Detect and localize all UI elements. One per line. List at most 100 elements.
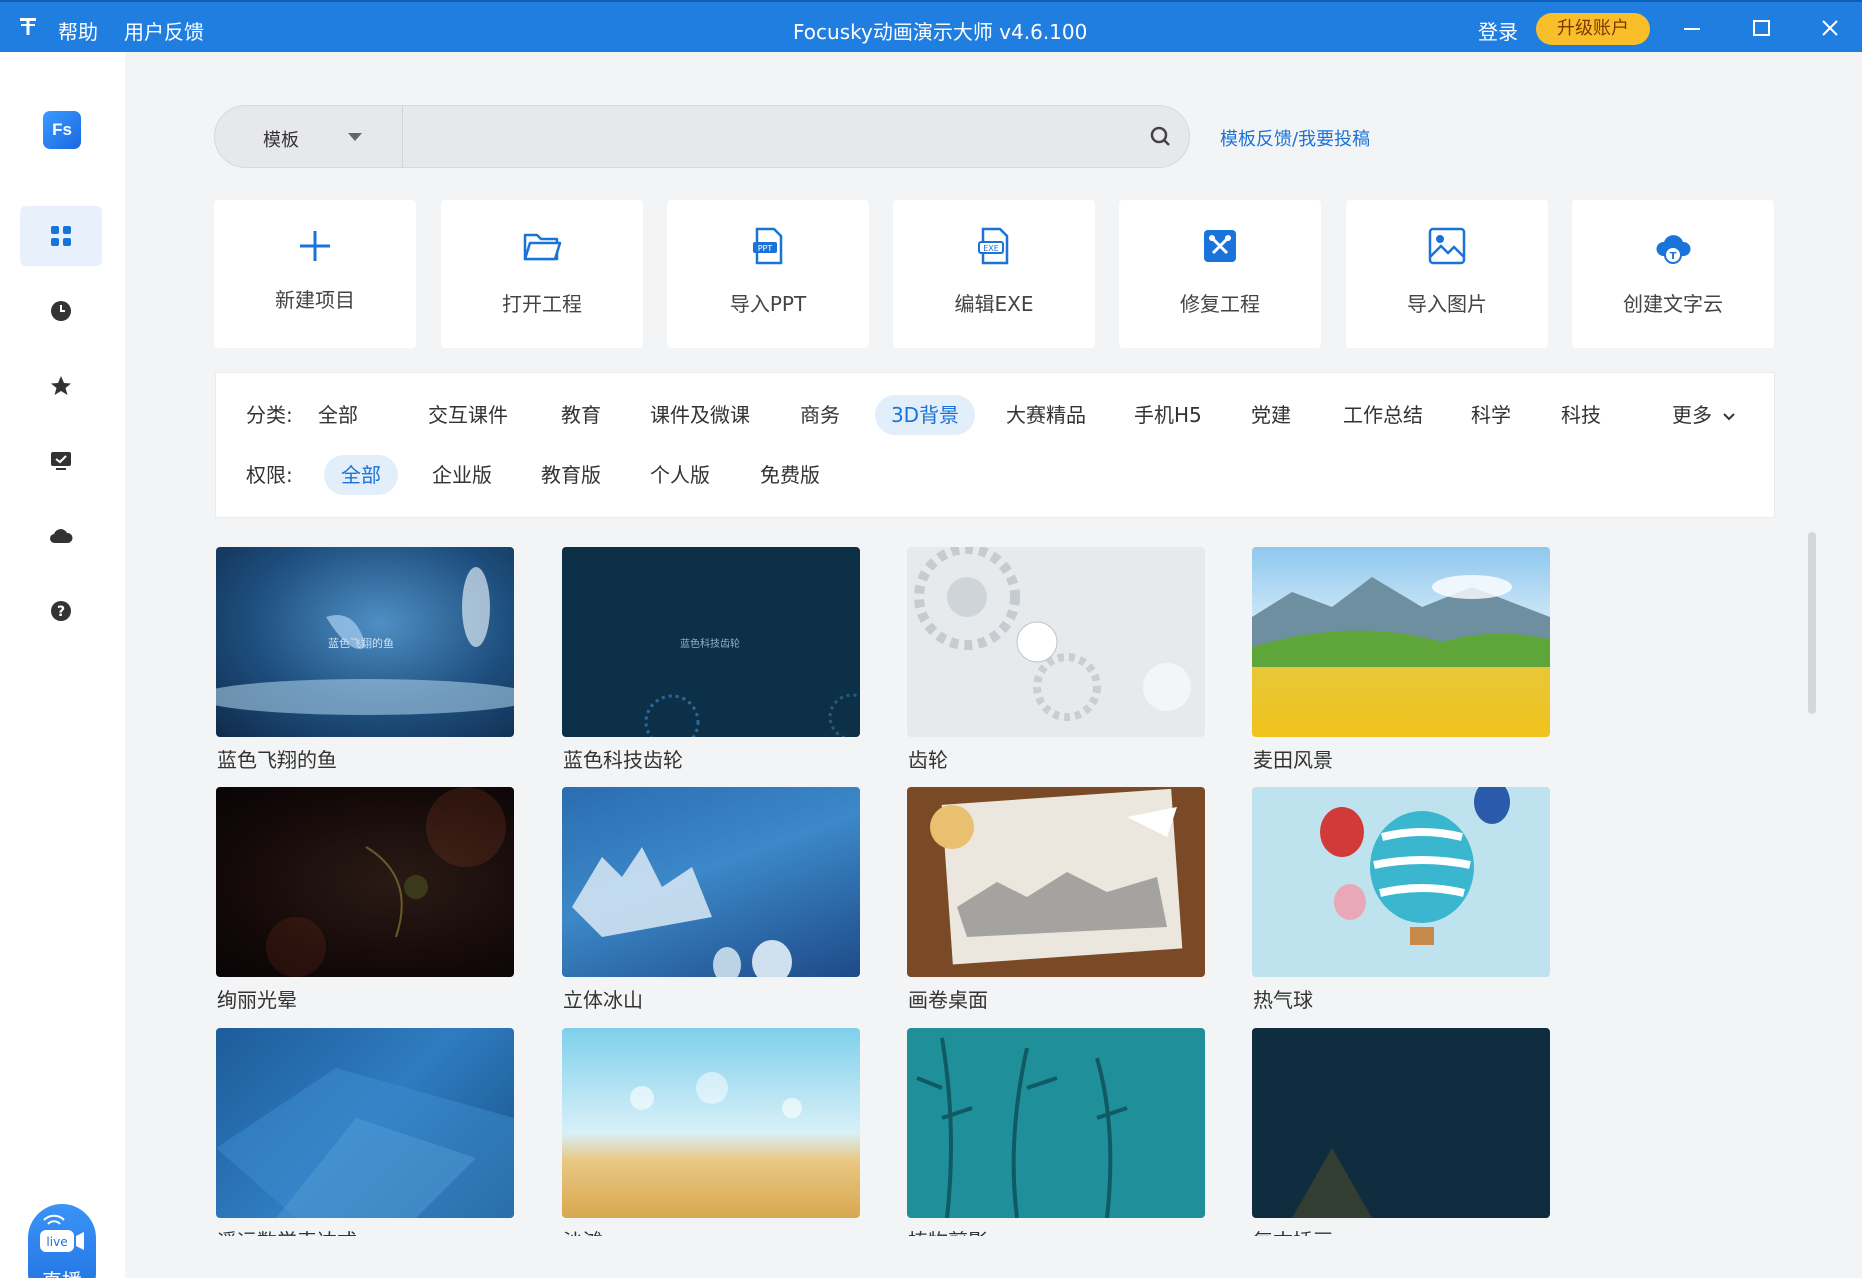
action-label: 修复工程 (1180, 292, 1260, 316)
sidebar-item-presentations[interactable] (20, 431, 102, 491)
star-icon (51, 376, 71, 395)
category-filter-row: 分类: 全部 交互课件 教育 课件及微课 商务 3D背景 大赛精品 手机H5 党… (216, 393, 1776, 437)
sidebar-item-favorites[interactable] (20, 356, 102, 416)
new-project-card[interactable]: 新建项目 (214, 200, 416, 348)
help-icon: ? (51, 601, 71, 621)
app-logo: Fs (43, 111, 81, 149)
grid-bottom-edge (125, 1236, 1862, 1278)
permission-chip-all[interactable]: 全部 (324, 455, 398, 495)
title-bar: 帮助 用户反馈 Focusky动画演示大师 v4.6.100 登录 升级账户 (0, 0, 1862, 52)
permission-chip-free[interactable]: 免费版 (760, 455, 820, 495)
sidebar-item-help[interactable]: ? (20, 581, 102, 641)
window-title: Focusky动画演示大师 v4.6.100 (793, 20, 1088, 44)
action-label: 新建项目 (275, 288, 355, 312)
import-ppt-card[interactable]: PPT 导入PPT (667, 200, 869, 348)
menu-user-feedback[interactable]: 用户反馈 (124, 16, 204, 45)
live-stream-button[interactable]: live 直播 (28, 1204, 96, 1278)
sidebar-item-templates[interactable] (20, 206, 102, 266)
template-thumbnail: 蓝色飞翔的鱼 (216, 547, 514, 737)
search-scope-select[interactable]: 模板 (263, 126, 299, 152)
action-label: 编辑EXE (954, 292, 1034, 316)
category-chip-education[interactable]: 教育 (561, 395, 601, 435)
search-icon[interactable] (1149, 125, 1173, 149)
screen-check-icon (51, 452, 71, 470)
template-thumbnail (1252, 787, 1550, 977)
chevron-down-icon (1723, 413, 1736, 421)
category-label: 分类: (246, 403, 293, 427)
minimize-icon[interactable] (1674, 12, 1710, 44)
more-label: 更多 (1672, 403, 1712, 427)
template-thumbnail (562, 787, 860, 977)
template-title: 绚丽光晕 (217, 988, 297, 1012)
grid-icon (51, 226, 71, 246)
template-thumbnail: 蓝色科技齿轮 (562, 547, 860, 737)
sidebar-item-recent[interactable] (20, 281, 102, 341)
chevron-down-icon[interactable] (347, 132, 363, 142)
category-chip-mobile-h5[interactable]: 手机H5 (1134, 395, 1202, 435)
template-thumbnail (216, 1028, 514, 1218)
category-chip-3d-background[interactable]: 3D背景 (875, 395, 975, 435)
template-feedback-link[interactable]: 模板反馈/我要投稿 (1220, 125, 1370, 151)
import-image-card[interactable]: 导入图片 (1346, 200, 1548, 348)
repair-tools-icon (1204, 230, 1236, 262)
category-chip-technology[interactable]: 科技 (1561, 395, 1601, 435)
sidebar-item-cloud[interactable] (20, 506, 102, 566)
thumbnail-overlay-text: 蓝色科技齿轮 (680, 639, 740, 650)
category-chip-all[interactable]: 全部 (308, 395, 368, 435)
category-chip-party[interactable]: 党建 (1251, 395, 1291, 435)
permission-chip-enterprise[interactable]: 企业版 (432, 455, 492, 495)
search-input[interactable] (403, 106, 1189, 167)
category-chip-courseware[interactable]: 课件及微课 (650, 395, 750, 435)
exe-file-icon: EXE (978, 227, 1009, 265)
plus-icon (300, 231, 330, 261)
open-project-card[interactable]: 打开工程 (441, 200, 643, 348)
pin-icon[interactable] (10, 12, 46, 44)
category-chip-business[interactable]: 商务 (800, 395, 840, 435)
permission-label: 权限: (246, 463, 293, 487)
template-thumbnail (1252, 547, 1550, 737)
svg-text:PPT: PPT (758, 244, 773, 253)
permission-chip-personal[interactable]: 个人版 (650, 455, 710, 495)
template-title: 蓝色飞翔的鱼 (217, 748, 337, 772)
menu-help[interactable]: 帮助 (58, 16, 98, 45)
template-thumbnail (1252, 1028, 1550, 1218)
maximize-icon[interactable] (1743, 12, 1779, 44)
template-title: 热气球 (1253, 988, 1313, 1012)
category-chip-work-summary[interactable]: 工作总结 (1343, 395, 1423, 435)
category-chip-science[interactable]: 科学 (1471, 395, 1511, 435)
create-word-cloud-card[interactable]: T 创建文字云 (1572, 200, 1774, 348)
close-icon[interactable] (1812, 12, 1848, 44)
scrollbar-thumb[interactable] (1808, 532, 1816, 714)
template-title: 蓝色科技齿轮 (563, 748, 683, 772)
action-label: 打开工程 (502, 292, 582, 316)
thumbnail-overlay-text: 蓝色飞翔的鱼 (328, 637, 394, 650)
text-cloud-icon: T (1656, 235, 1691, 264)
more-categories-button[interactable]: 更多 (1672, 395, 1736, 435)
category-chip-contest[interactable]: 大赛精品 (1006, 395, 1086, 435)
template-thumbnail (562, 1028, 860, 1218)
live-badge: live (46, 1235, 67, 1249)
template-title: 画卷桌面 (908, 988, 988, 1012)
ppt-file-icon: PPT (753, 227, 783, 265)
svg-text:EXE: EXE (983, 244, 999, 253)
image-icon (1428, 227, 1466, 265)
template-title: 麦田风景 (1253, 748, 1333, 772)
filter-panel: 分类: 全部 交互课件 教育 课件及微课 商务 3D背景 大赛精品 手机H5 党… (215, 372, 1775, 518)
upgrade-account-button[interactable]: 升级账户 (1536, 13, 1650, 45)
cloud-icon (49, 529, 73, 544)
category-chip-interactive[interactable]: 交互课件 (428, 395, 508, 435)
permission-chip-education[interactable]: 教育版 (541, 455, 601, 495)
live-label: 直播 (28, 1265, 96, 1278)
template-title: 齿轮 (908, 748, 948, 772)
action-label: 创建文字云 (1623, 292, 1723, 316)
edit-exe-card[interactable]: EXE 编辑EXE (893, 200, 1095, 348)
permission-filter-row: 权限: 全部 企业版 教育版 个人版 免费版 (216, 453, 1776, 497)
svg-text:T: T (1670, 251, 1677, 262)
svg-text:?: ? (57, 604, 65, 620)
login-link[interactable]: 登录 (1478, 16, 1518, 45)
template-title: 立体冰山 (563, 988, 643, 1012)
clock-icon (51, 301, 71, 321)
sidebar: Fs ? live 直播 (0, 52, 125, 1278)
repair-project-card[interactable]: 修复工程 (1119, 200, 1321, 348)
action-label: 导入图片 (1407, 292, 1487, 316)
